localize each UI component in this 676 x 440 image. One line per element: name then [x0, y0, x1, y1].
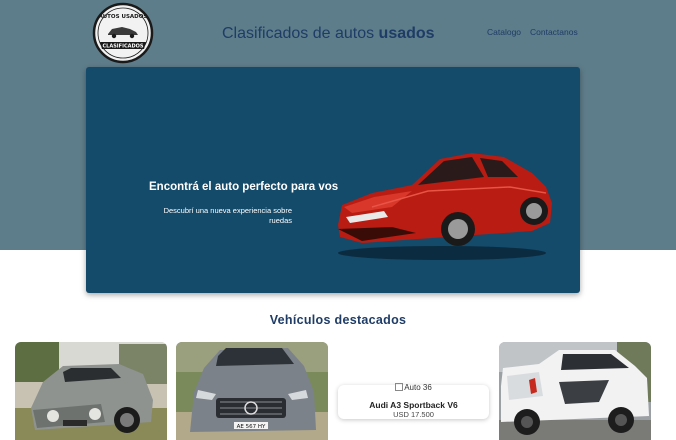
hero-banner: Encontrá el auto perfecto para vos Descu…	[86, 67, 580, 293]
pickup-truck-image	[499, 342, 651, 440]
site-logo[interactable]: AUTOS USADOS CLASIFICADOS	[92, 2, 154, 64]
featured-vehicles-title: Vehículos destacados	[269, 313, 407, 327]
vehicle-name: Audi A3 Sportback V6	[369, 400, 458, 410]
site-header: AUTOS USADOS CLASIFICADOS Clasificados d…	[0, 0, 676, 66]
license-plate-text: AE 567 HY	[237, 424, 266, 430]
broken-image-icon	[395, 383, 404, 391]
hero-title: Encontrá el auto perfecto para vos	[149, 181, 339, 193]
hero-red-sports-car-image	[338, 153, 552, 260]
logo-top-text: AUTOS USADOS	[99, 14, 148, 20]
mini-cooper-image	[15, 342, 167, 440]
broken-image-placeholder: Auto 36	[338, 383, 489, 392]
site-title: Clasificados de autos usados	[222, 25, 435, 43]
vehicle-card-pickup[interactable]	[499, 342, 651, 440]
vehicle-price: USD 17.500	[393, 410, 434, 419]
vehicle-card-mercedes[interactable]: AE 567 HY	[176, 342, 328, 440]
site-title-bold: usados	[378, 25, 435, 42]
hero-subtitle: Descubrí una nueva experiencia sobre rue…	[163, 206, 292, 225]
vehicle-card-mini[interactable]	[15, 342, 167, 440]
mercedes-suv-image: AE 567 HY	[176, 342, 328, 440]
nav-link-catalogo[interactable]: Catalogo	[487, 27, 521, 37]
nav-link-contactanos[interactable]: Contactanos	[530, 27, 578, 37]
site-title-prefix: Clasificados de autos	[222, 25, 375, 42]
broken-image-alt-text: Auto 36	[404, 383, 432, 392]
vehicle-card-audi[interactable]: Auto 36 Audi A3 Sportback V6 USD 17.500	[338, 383, 489, 419]
logo-banner-text: CLASIFICADOS	[102, 44, 143, 50]
